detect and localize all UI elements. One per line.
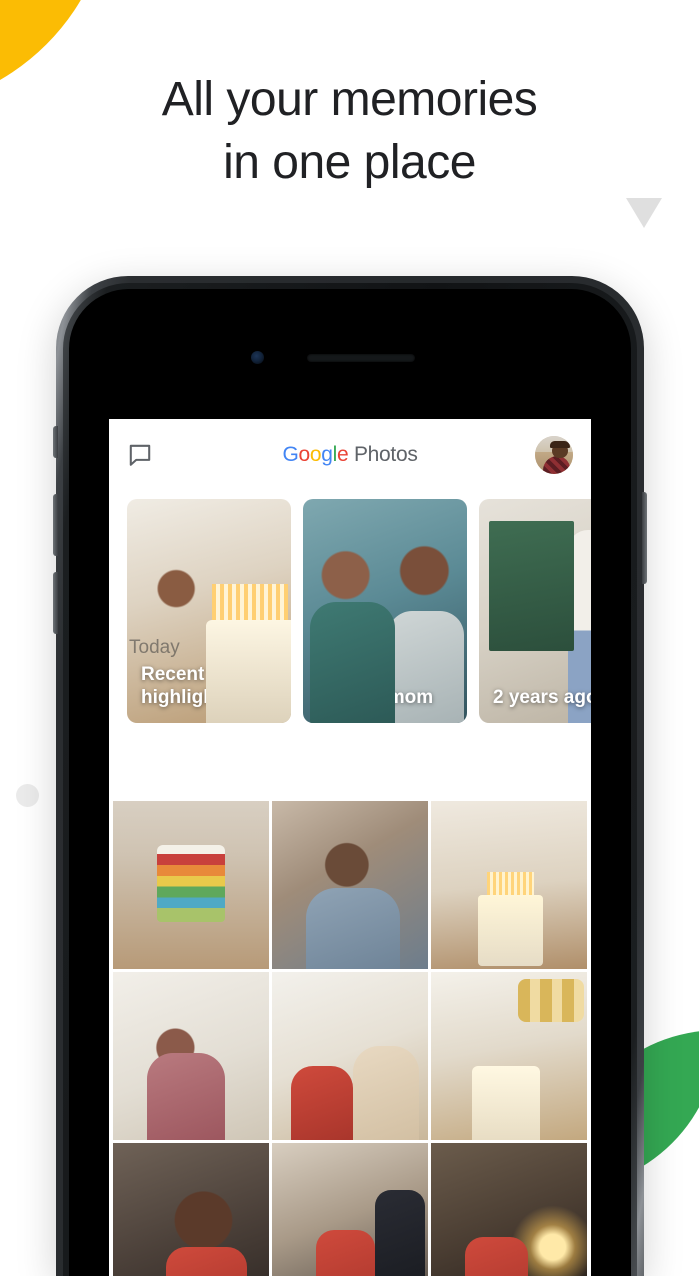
front-camera-icon bbox=[251, 351, 264, 364]
photo-grid-item[interactable] bbox=[431, 801, 587, 969]
logo-letter-l: l bbox=[332, 443, 338, 466]
logo-letter-e: e bbox=[337, 443, 349, 466]
photo-grid-item[interactable] bbox=[272, 1143, 428, 1276]
photo-grid-item[interactable] bbox=[272, 801, 428, 969]
photo-grid-item[interactable] bbox=[272, 972, 428, 1140]
memory-card-title: 2 years ago bbox=[493, 687, 591, 708]
memory-card-title: Recent highlights bbox=[141, 664, 232, 708]
avatar[interactable] bbox=[535, 436, 573, 474]
earpiece-speaker bbox=[307, 354, 415, 362]
phone-mockup: Google Photos Recent highlights Me and mo… bbox=[53, 276, 647, 1276]
headline-line-2: in one place bbox=[223, 136, 476, 189]
google-photos-app: Google Photos Recent highlights Me and mo… bbox=[109, 419, 591, 1276]
chat-bubble-icon[interactable] bbox=[127, 442, 153, 468]
avatar-cap bbox=[550, 441, 570, 448]
memory-card-title: Me and mom bbox=[317, 687, 434, 708]
brand-logo: Google Photos bbox=[109, 443, 591, 467]
app-bar: Google Photos bbox=[109, 419, 591, 491]
phone-mute-switch[interactable] bbox=[53, 426, 58, 458]
photo-grid-item[interactable] bbox=[431, 972, 587, 1140]
page-title: All your memories in one place bbox=[0, 68, 699, 194]
logo-letter-g2: g bbox=[321, 443, 333, 466]
logo-letter-o1: o bbox=[298, 443, 310, 466]
logo-word-photos: Photos bbox=[348, 443, 418, 466]
phone-display: Google Photos Recent highlights Me and mo… bbox=[69, 289, 631, 1276]
logo-letter-o2: o bbox=[309, 443, 322, 466]
phone-power-button[interactable] bbox=[642, 492, 647, 584]
memories-carousel[interactable]: Recent highlights Me and mom 2 years ago bbox=[109, 491, 591, 723]
phone-volume-down-button[interactable] bbox=[53, 572, 58, 634]
photo-grid-item[interactable] bbox=[113, 1143, 269, 1276]
photo-grid-item[interactable] bbox=[431, 1143, 587, 1276]
memory-card[interactable]: Recent highlights bbox=[127, 499, 291, 723]
logo-letter-g1: G bbox=[282, 443, 299, 466]
decorative-dot-marker bbox=[16, 784, 39, 807]
phone-volume-up-button[interactable] bbox=[53, 494, 58, 556]
memory-card[interactable]: 2 years ago bbox=[479, 499, 591, 723]
photo-grid[interactable] bbox=[109, 801, 591, 1276]
avatar-body bbox=[543, 455, 570, 474]
decorative-triangle-marker bbox=[626, 198, 662, 228]
memory-card[interactable]: Me and mom bbox=[303, 499, 467, 723]
headline-line-1: All your memories bbox=[161, 73, 538, 126]
photo-grid-item[interactable] bbox=[113, 972, 269, 1140]
photo-grid-item[interactable] bbox=[113, 801, 269, 969]
